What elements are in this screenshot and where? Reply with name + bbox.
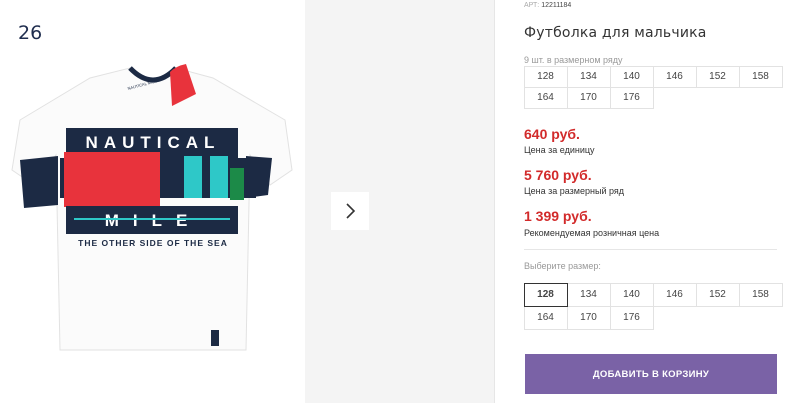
tshirt-image: NAUTICAL MILE THE OTHER SIDE OF THE SEA …	[11, 64, 293, 351]
print-tagline: THE OTHER SIDE OF THE SEA	[78, 238, 228, 248]
row-size-cell: 164	[523, 86, 568, 109]
print-top-word: NAUTICAL	[86, 133, 221, 152]
row-price-label: Цена за размерный ряд	[524, 186, 625, 196]
row-size-cell: 176	[609, 86, 654, 109]
print-bottom-word: MILE	[105, 211, 202, 230]
size-selector-grid: 128 134 140 146 152 158 164 170 176	[523, 282, 783, 330]
row-size-cell: 134	[566, 65, 611, 88]
article-line: АРТ: 12211184	[524, 2, 571, 9]
row-size-cell: 158	[738, 65, 783, 88]
size-row-note: 9 шт. в размерном ряду	[524, 55, 623, 65]
row-price: 5 760 руб.	[524, 167, 592, 183]
unit-price: 640 руб.	[524, 126, 580, 142]
choose-size-label: Выберите размер:	[524, 261, 601, 271]
size-option[interactable]: 152	[695, 282, 740, 307]
size-option[interactable]: 170	[566, 305, 611, 330]
chevron-right-icon	[346, 203, 356, 219]
image-number: 26	[18, 22, 43, 44]
divider	[524, 249, 777, 250]
retail-price-label: Рекомендуемая розничная цена	[524, 228, 660, 238]
product-title: Футболка для мальчика	[524, 25, 707, 41]
size-option[interactable]: 176	[609, 305, 654, 330]
size-option-selected[interactable]: 128	[523, 282, 568, 307]
add-to-cart-button[interactable]: ДОБАВИТЬ В КОРЗИНУ	[525, 354, 777, 394]
size-option[interactable]: 134	[566, 282, 611, 307]
article-label: АРТ:	[524, 2, 540, 9]
size-option[interactable]: 146	[652, 282, 697, 307]
size-option[interactable]: 140	[609, 282, 654, 307]
product-image-panel: 26 NAUTICAL MILE THE OTHER SIDE OF THE S…	[0, 0, 305, 403]
row-size-cell: 152	[695, 65, 740, 88]
row-size-cell: 146	[652, 65, 697, 88]
row-size-cell: 140	[609, 65, 654, 88]
row-size-cell: 128	[523, 65, 568, 88]
retail-price: 1 399 руб.	[524, 208, 592, 224]
size-option[interactable]: 158	[738, 282, 783, 307]
row-size-cell: 170	[566, 86, 611, 109]
size-row-grid: 128 134 140 146 152 158 164 170 176	[523, 65, 783, 109]
next-image-button[interactable]	[331, 192, 369, 230]
unit-price-label: Цена за единицу	[524, 145, 595, 155]
size-option[interactable]: 164	[523, 305, 568, 330]
article-number: 12211184	[541, 2, 572, 9]
